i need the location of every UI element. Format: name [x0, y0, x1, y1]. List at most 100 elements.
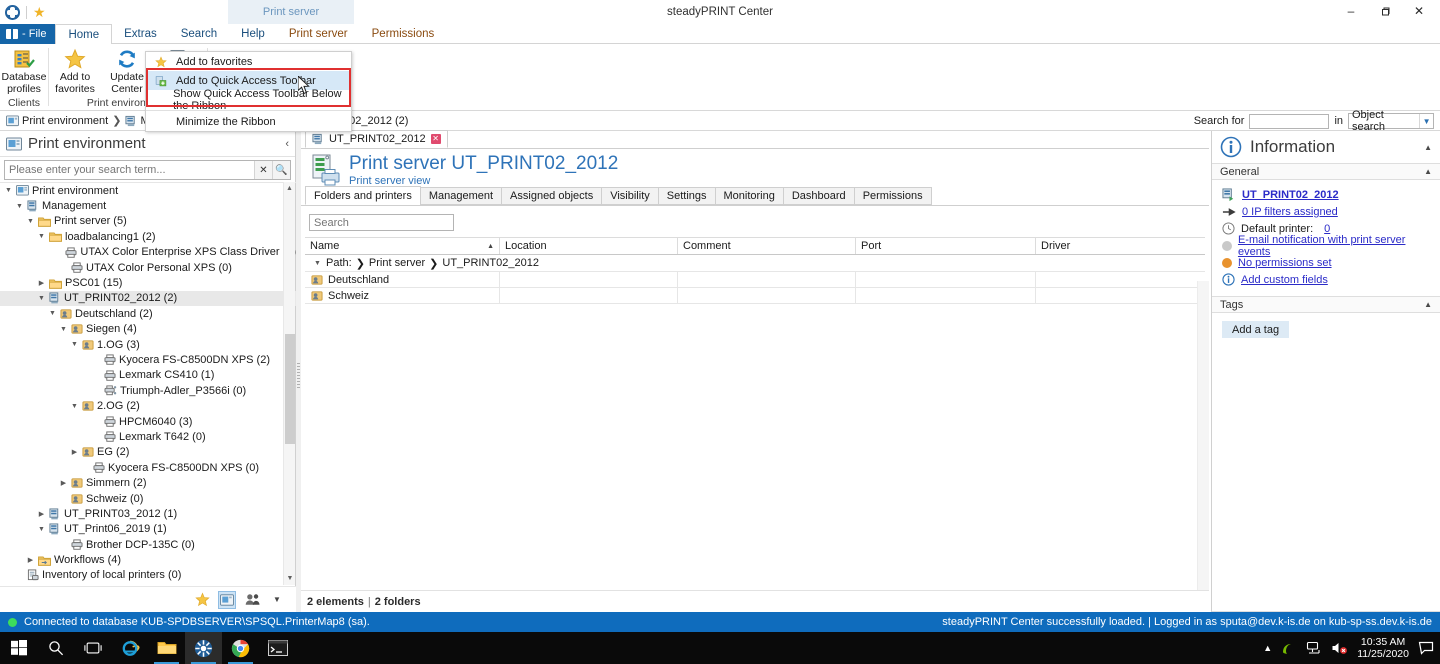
tree-node[interactable]: HPCM6040 (3)	[0, 414, 296, 429]
tree-node[interactable]: ▼ Print environment	[0, 183, 296, 198]
tree-node[interactable]: Schweiz (0)	[0, 491, 296, 506]
tree-scrollbar[interactable]: ▲ ▼	[283, 182, 295, 585]
database-profiles-button[interactable]: Database profiles	[0, 44, 48, 95]
expand-collapse-icon[interactable]: ▼	[37, 233, 46, 240]
tree-node[interactable]: ▶ PSC01 (15)	[0, 275, 296, 290]
global-search[interactable]: Search for in Object search ▼	[1194, 109, 1434, 133]
tree-node[interactable]: ▼ 2.OG (2)	[0, 398, 296, 413]
chevron-up-icon[interactable]: ▲	[1424, 167, 1432, 176]
grid-search[interactable]	[301, 206, 1209, 237]
users-view-button[interactable]	[243, 591, 261, 609]
view-tab-settings[interactable]: Settings	[657, 187, 716, 205]
info-row-custom-fields[interactable]: Add custom fields	[1212, 271, 1440, 288]
tree-node[interactable]: ▶ EG (2)	[0, 445, 296, 460]
scroll-down-icon[interactable]: ▼	[284, 572, 296, 585]
network-icon[interactable]	[1306, 641, 1322, 655]
add-to-favorites-button[interactable]: Add to favorites	[49, 44, 101, 95]
expand-icon[interactable]: ▶	[26, 556, 35, 564]
tree-search-input[interactable]	[5, 161, 254, 179]
tree-node[interactable]: UTAX Color Personal XPS (0)	[0, 260, 296, 275]
file-explorer-button[interactable]	[148, 632, 185, 664]
tree-node[interactable]: Brother DCP-135C (0)	[0, 537, 296, 552]
tree-node[interactable]: Triumph-Adler_P3566i (0)	[0, 383, 296, 398]
column-header-port[interactable]: Port	[856, 238, 1036, 254]
tree-node[interactable]: ▼ UT_PRINT02_2012 (2)	[0, 290, 296, 307]
table-row[interactable]: Deutschland	[305, 272, 1205, 288]
window-controls[interactable]: – ✕	[1334, 0, 1436, 24]
column-header-location[interactable]: Location	[500, 238, 678, 254]
main-scrollbar[interactable]	[1197, 281, 1209, 590]
volume-muted-icon[interactable]	[1331, 641, 1348, 655]
tab-extras[interactable]: Extras	[112, 24, 169, 43]
info-ip-filters[interactable]: 0 IP filters assigned	[1242, 206, 1338, 218]
document-tab-ut-print02-2012[interactable]: UT_PRINT02_2012 ✕	[305, 130, 448, 148]
grid-body[interactable]: Deutschland Schweiz	[305, 272, 1205, 304]
context-menu-item-add-to-favorites[interactable]: Add to favorites	[146, 52, 351, 71]
tree-node[interactable]: ▶ Workflows (4)	[0, 552, 296, 567]
info-permissions[interactable]: No permissions set	[1238, 257, 1332, 269]
view-tab-management[interactable]: Management	[419, 187, 503, 205]
panel-footer[interactable]: ▼	[0, 586, 296, 612]
tree-node[interactable]: ▼ 1.OG (3)	[0, 337, 296, 352]
view-tab-strip[interactable]: Folders and printers Management Assigned o…	[301, 186, 1209, 206]
view-tab-dashboard[interactable]: Dashboard	[782, 187, 855, 205]
column-header-name[interactable]: Name ▲	[305, 238, 500, 254]
expand-icon[interactable]: ▶	[37, 510, 46, 518]
tree-node[interactable]: Kyocera FS-C8500DN XPS (0)	[0, 460, 296, 475]
tree-node[interactable]: ▶ UT_PRINT03_2012 (1)	[0, 506, 296, 521]
steadyprint-center-button[interactable]	[185, 632, 222, 664]
context-menu-item-minimize-the-ribbon[interactable]: Minimize the Ribbon	[146, 112, 351, 131]
search-icon[interactable]: 🔍	[272, 161, 290, 179]
tree-node[interactable]: ▼ loadbalancing1 (2)	[0, 229, 296, 244]
scrollbar-thumb[interactable]	[285, 334, 295, 444]
minimize-button[interactable]: –	[1334, 0, 1368, 22]
expand-collapse-icon[interactable]: ▼	[15, 203, 24, 210]
restore-button[interactable]	[1368, 0, 1402, 22]
global-search-input[interactable]	[1249, 113, 1330, 129]
add-tag-button[interactable]: Add a tag	[1222, 321, 1290, 338]
tree-node[interactable]: ▼ Management	[0, 198, 296, 213]
expand-collapse-icon[interactable]: ▼	[70, 341, 79, 348]
windows-taskbar[interactable]: ▲ 10:35 AM 11/25/2020	[0, 632, 1440, 664]
grid-group-row[interactable]: ▼ Path: ❯ Print server ❯ UT_PRINT02_2012	[305, 255, 1205, 272]
grid-search-input[interactable]	[309, 214, 454, 231]
view-tab-folders-and-printers[interactable]: Folders and printers	[305, 186, 421, 205]
view-tab-permissions[interactable]: Permissions	[853, 187, 932, 205]
internet-explorer-button[interactable]	[111, 632, 148, 664]
view-tab-visibility[interactable]: Visibility	[601, 187, 659, 205]
star-icon[interactable]: ★	[33, 5, 46, 19]
chevron-up-icon[interactable]: ▲	[1424, 143, 1432, 152]
tab-search[interactable]: Search	[169, 24, 229, 43]
info-row-email-notification[interactable]: E-mail notification with print server ev…	[1212, 234, 1440, 258]
steadyprint-logo-icon[interactable]	[5, 4, 20, 20]
chevron-down-icon[interactable]: ▼	[1419, 114, 1433, 128]
system-tray[interactable]: ▲ 10:35 AM 11/25/2020	[1263, 636, 1440, 660]
expand-collapse-icon[interactable]: ▼	[48, 310, 57, 317]
expand-collapse-icon[interactable]: ▼	[37, 526, 46, 533]
expand-icon[interactable]: ▶	[70, 448, 79, 456]
start-button[interactable]	[0, 632, 37, 664]
breadcrumb-item-0[interactable]: Print environment	[22, 115, 108, 127]
view-tab-monitoring[interactable]: Monitoring	[714, 187, 784, 205]
chevron-down-icon[interactable]: ▼	[268, 591, 286, 609]
tree-node[interactable]: ▼ Siegen (4)	[0, 322, 296, 337]
chevron-up-icon[interactable]: ▲	[1263, 643, 1272, 653]
tree-node[interactable]: Lexmark CS410 (1)	[0, 368, 296, 383]
view-tab-assigned-objects[interactable]: Assigned objects	[501, 187, 603, 205]
tree-node[interactable]: ▼ Deutschland (2)	[0, 306, 296, 321]
tree-search[interactable]: ✕ 🔍	[4, 160, 291, 180]
info-add-custom-fields[interactable]: Add custom fields	[1241, 274, 1328, 286]
expand-collapse-icon[interactable]: ▼	[26, 218, 35, 225]
expand-icon[interactable]: ▶	[59, 479, 68, 487]
global-search-scope-select[interactable]: Object search ▼	[1348, 109, 1434, 133]
tree-node[interactable]: Lexmark T642 (0)	[0, 429, 296, 444]
tree-node[interactable]: Inventory of local printers (0)	[0, 568, 296, 583]
quick-access-toolbar[interactable]: ★	[0, 0, 46, 24]
tree-node[interactable]: UTAX Color Enterprise XPS Class Driver (…	[0, 245, 296, 260]
expand-collapse-icon[interactable]: ▼	[70, 403, 79, 410]
info-server-name[interactable]: UT_PRINT02_2012	[1242, 189, 1339, 201]
google-chrome-button[interactable]	[222, 632, 259, 664]
search-button[interactable]	[37, 632, 74, 664]
document-tab-strip[interactable]: UT_PRINT02_2012 ✕	[301, 130, 1209, 149]
taskbar-clock[interactable]: 10:35 AM 11/25/2020	[1357, 636, 1409, 660]
